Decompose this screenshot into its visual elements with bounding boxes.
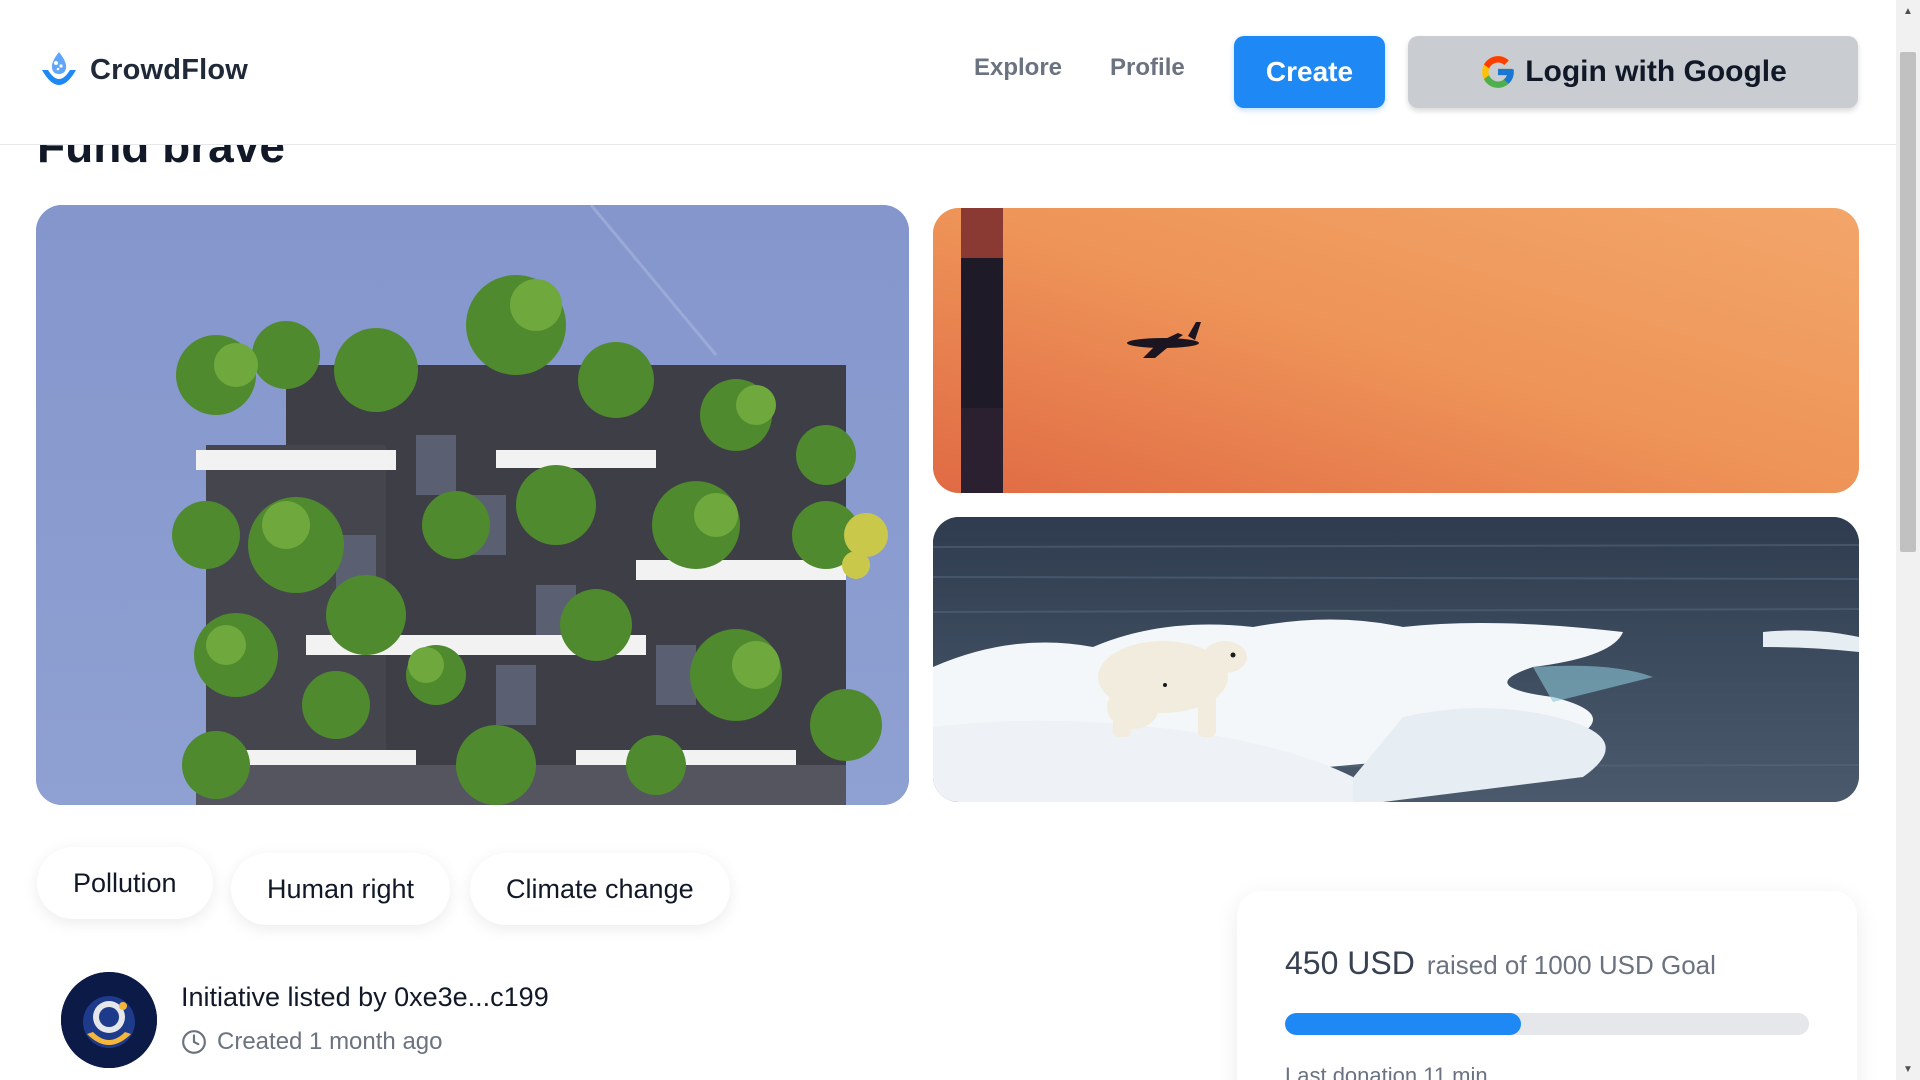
- top-navbar: CrowdFlow Explore Profile Create Login w…: [0, 0, 1896, 145]
- create-button[interactable]: Create: [1234, 36, 1385, 108]
- scroll-up-arrow-icon[interactable]: ▲: [1896, 0, 1920, 22]
- funding-summary: 450 USD raised of 1000 USD Goal: [1285, 945, 1716, 982]
- created-text: Created 1 month ago: [217, 1028, 443, 1055]
- vertical-scrollbar[interactable]: ▲ ▼: [1896, 0, 1920, 1080]
- scrollbar-thumb[interactable]: [1900, 52, 1916, 552]
- main-nav: Explore Profile: [974, 54, 1185, 82]
- astronaut-avatar-icon: [61, 972, 157, 1068]
- tag-climate-change[interactable]: Climate change: [470, 853, 730, 925]
- campaign-image-main[interactable]: [36, 205, 909, 805]
- clock-icon: [182, 1030, 206, 1054]
- funding-progress-bar: [1285, 1013, 1809, 1035]
- campaign-image-sunset[interactable]: [933, 208, 1859, 493]
- airplane-sunset-image: [933, 208, 1859, 493]
- funding-card: 450 USD raised of 1000 USD Goal Last don…: [1237, 891, 1857, 1080]
- polar-bears-ice-image: [933, 517, 1859, 802]
- google-icon: [1482, 56, 1515, 88]
- author-avatar[interactable]: [61, 972, 157, 1068]
- campaign-image-polar-bears[interactable]: [933, 517, 1859, 802]
- vertical-forest-image: [36, 205, 909, 805]
- created-info: Created 1 month ago: [181, 1028, 442, 1056]
- google-login-label: Login with Google: [1525, 55, 1787, 88]
- raised-amount: 450 USD: [1285, 945, 1415, 981]
- nav-profile-link[interactable]: Profile: [1110, 54, 1185, 82]
- funding-progress-fill: [1285, 1013, 1521, 1035]
- goal-text: raised of 1000 USD Goal: [1426, 950, 1716, 980]
- brand-logo[interactable]: CrowdFlow: [38, 48, 248, 92]
- scroll-down-arrow-icon[interactable]: ▼: [1896, 1058, 1920, 1080]
- nav-explore-link[interactable]: Explore: [974, 54, 1062, 82]
- login-with-google-button[interactable]: Login with Google: [1408, 36, 1858, 108]
- brand-name: CrowdFlow: [90, 53, 249, 86]
- crowdflow-logo-icon: [42, 52, 76, 85]
- page: Fund brave CrowdFlow Explore Profile Cre…: [0, 0, 1896, 1080]
- last-donation-text: Last donation 11 min: [1285, 1063, 1488, 1080]
- tag-pollution[interactable]: Pollution: [37, 847, 213, 919]
- tag-human-right[interactable]: Human right: [231, 853, 451, 925]
- author-listed-by: Initiative listed by 0xe3e...c199: [181, 982, 549, 1012]
